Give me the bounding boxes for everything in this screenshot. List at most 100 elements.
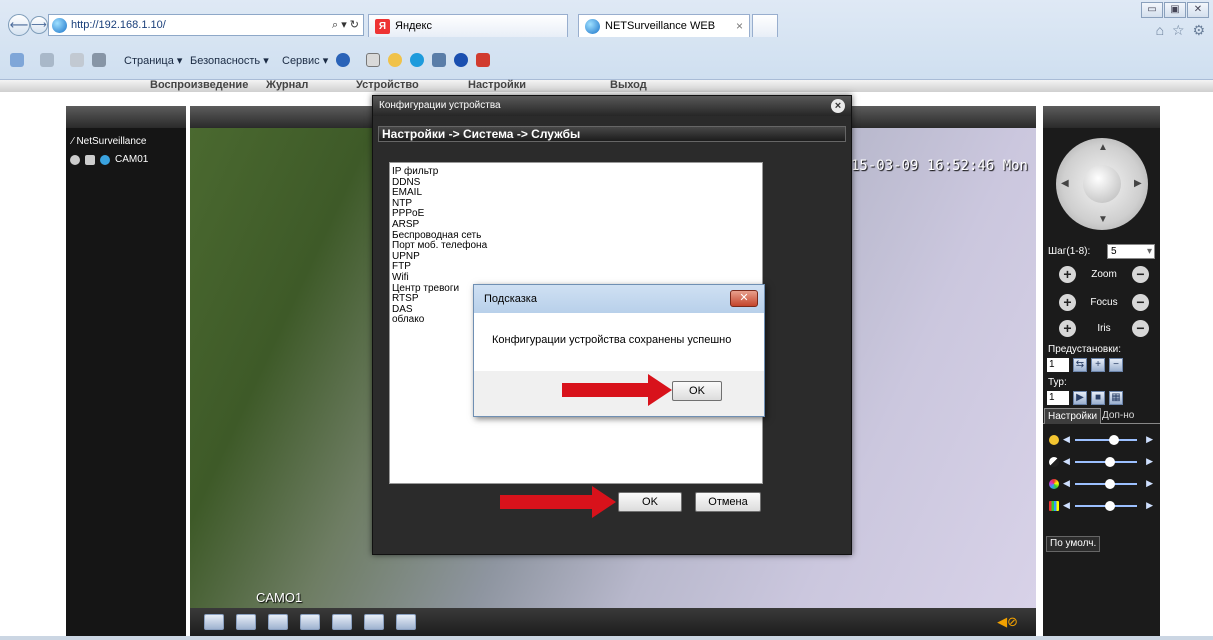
saturation-slider[interactable]: ◀ ▶ xyxy=(1049,478,1155,490)
list-item[interactable]: Порт моб. телефона xyxy=(392,241,760,252)
print-icon[interactable] xyxy=(92,53,106,67)
slider-knob[interactable] xyxy=(1105,457,1115,467)
menu-settings[interactable]: Настройки xyxy=(468,80,526,91)
contrast-slider[interactable]: ◀ ▶ xyxy=(1049,456,1155,468)
list-item[interactable]: UPNP xyxy=(392,251,760,263)
default-button[interactable]: По умолч. xyxy=(1046,536,1101,552)
slider-increase-icon[interactable]: ▶ xyxy=(1146,500,1153,511)
focus-out-button[interactable]: − xyxy=(1132,294,1149,311)
tree-camera[interactable]: CAM01 xyxy=(70,154,148,165)
skype-icon[interactable] xyxy=(410,53,424,67)
new-tab-button[interactable] xyxy=(752,14,778,37)
stop-record-icon[interactable] xyxy=(300,614,320,630)
video-camera-label: CAMO1 xyxy=(256,590,303,605)
close-icon[interactable]: ✕ xyxy=(730,290,758,307)
focus-in-button[interactable]: + xyxy=(1059,294,1076,311)
record-icon[interactable] xyxy=(70,154,80,165)
addon-icon[interactable] xyxy=(476,53,490,67)
back-button[interactable]: ⟵ xyxy=(8,14,30,36)
brightness-slider[interactable]: ◀ ▶ xyxy=(1049,434,1155,446)
mail-icon[interactable] xyxy=(70,53,84,67)
close-icon[interactable]: × xyxy=(831,99,845,113)
preset-remove-icon[interactable]: − xyxy=(1109,358,1123,372)
iris-control: + Iris − xyxy=(1059,320,1149,338)
menu-exit[interactable]: Выход xyxy=(610,80,647,91)
tools-menu[interactable]: Сервис ▾ xyxy=(282,54,328,67)
slider-decrease-icon[interactable]: ◀ xyxy=(1063,456,1070,467)
home-icon[interactable] xyxy=(10,53,24,67)
slider-increase-icon[interactable]: ▶ xyxy=(1146,456,1153,467)
tab-netsurveillance[interactable]: NETSurveillance WEB × xyxy=(578,14,750,37)
tab-close-icon[interactable]: × xyxy=(736,19,743,33)
play-icon[interactable] xyxy=(85,154,95,165)
list-item[interactable]: IP фильтр xyxy=(392,166,760,178)
preset-input[interactable]: 1 xyxy=(1047,358,1069,372)
tab-yandex[interactable]: Я Яндекс xyxy=(368,14,568,37)
config-ok-button[interactable]: OK xyxy=(618,492,682,512)
slider-knob[interactable] xyxy=(1109,435,1119,445)
arrow-right-icon[interactable]: ▶ xyxy=(1134,178,1142,189)
forward-button[interactable]: ⟶ xyxy=(30,16,48,34)
list-item[interactable]: EMAIL xyxy=(392,188,760,199)
slider-decrease-icon[interactable]: ◀ xyxy=(1063,478,1070,489)
menu-log[interactable]: Журнал xyxy=(266,80,308,91)
tab-extra[interactable]: Доп-но xyxy=(1099,408,1137,424)
iris-close-button[interactable]: − xyxy=(1132,320,1149,337)
zoom-in-button[interactable]: + xyxy=(1059,266,1076,283)
tree-root[interactable]: ⁄ NetSurveillance xyxy=(72,136,147,147)
slider-decrease-icon[interactable]: ◀ xyxy=(1063,434,1070,445)
preset-add-icon[interactable]: + xyxy=(1091,358,1105,372)
config-cancel-button[interactable]: Отмена xyxy=(695,492,761,512)
slider-knob[interactable] xyxy=(1105,501,1115,511)
bluetooth-icon[interactable] xyxy=(454,53,468,67)
gear-icon[interactable] xyxy=(388,53,402,67)
slider-knob[interactable] xyxy=(1105,479,1115,489)
tour-play-icon[interactable]: ▶ xyxy=(1073,391,1087,405)
feeds-icon[interactable] xyxy=(40,53,54,67)
single-view-icon[interactable] xyxy=(236,614,256,630)
arrow-up-icon[interactable]: ▲ xyxy=(1098,142,1108,153)
slider-increase-icon[interactable]: ▶ xyxy=(1146,478,1153,489)
list-item[interactable]: Wifi xyxy=(392,272,760,284)
step-select[interactable]: 5 ▾ xyxy=(1107,244,1155,259)
addon-icon[interactable] xyxy=(432,53,446,67)
arrow-down-icon[interactable]: ▼ xyxy=(1098,214,1108,225)
iris-open-button[interactable]: + xyxy=(1059,320,1076,337)
menu-device[interactable]: Устройство xyxy=(356,80,419,91)
snapshot-icon[interactable] xyxy=(332,614,352,630)
list-item[interactable]: NTP xyxy=(392,198,760,210)
help-icon[interactable] xyxy=(336,53,350,67)
speaker-muted-icon[interactable]: ◀⊘ xyxy=(997,614,1018,630)
preset-goto-icon[interactable]: ⇆ xyxy=(1073,358,1087,372)
joystick-center[interactable] xyxy=(1083,165,1121,203)
slider-decrease-icon[interactable]: ◀ xyxy=(1063,500,1070,511)
list-item[interactable]: PPPoE xyxy=(392,209,760,220)
list-item[interactable]: FTP xyxy=(392,262,760,273)
minimize-button[interactable]: ▭ xyxy=(1141,2,1163,18)
record-icon[interactable] xyxy=(268,614,288,630)
hue-slider[interactable]: ◀ ▶ xyxy=(1049,500,1155,512)
slider-increase-icon[interactable]: ▶ xyxy=(1146,434,1153,445)
home-favorites-tools-icons[interactable]: ⌂ ☆ ⚙ xyxy=(1156,22,1207,39)
tab-settings[interactable]: Настройки xyxy=(1044,408,1102,424)
addon-icon[interactable] xyxy=(366,53,380,67)
fullscreen-icon[interactable] xyxy=(204,614,224,630)
menu-playback[interactable]: Воспроизведение xyxy=(150,80,248,91)
tour-input[interactable]: 1 xyxy=(1047,391,1069,405)
page-menu[interactable]: Страница ▾ xyxy=(124,54,182,67)
zoom-out-button[interactable]: − xyxy=(1132,266,1149,283)
address-bar[interactable]: http://192.168.1.10/ ⌕ ▾ ↻ xyxy=(48,14,364,36)
talk-icon[interactable] xyxy=(364,614,384,630)
tour-grid-icon[interactable]: ▦ xyxy=(1109,391,1123,405)
list-item[interactable]: ARSP xyxy=(392,219,760,231)
maximize-button[interactable]: ▣ xyxy=(1164,2,1186,18)
tour-stop-icon[interactable]: ■ xyxy=(1091,391,1105,405)
arrow-left-icon[interactable]: ◀ xyxy=(1061,178,1069,189)
close-window-button[interactable]: ✕ xyxy=(1187,2,1209,18)
ptz-joystick[interactable]: ▲ ▼ ◀ ▶ xyxy=(1056,138,1148,230)
safety-menu[interactable]: Безопасность ▾ xyxy=(190,54,269,67)
hint-ok-button[interactable]: OK xyxy=(672,381,722,401)
search-refresh-icons[interactable]: ⌕ ▾ ↻ xyxy=(332,18,359,32)
mute-icon[interactable] xyxy=(396,614,416,630)
list-item[interactable]: DDNS xyxy=(392,177,760,189)
